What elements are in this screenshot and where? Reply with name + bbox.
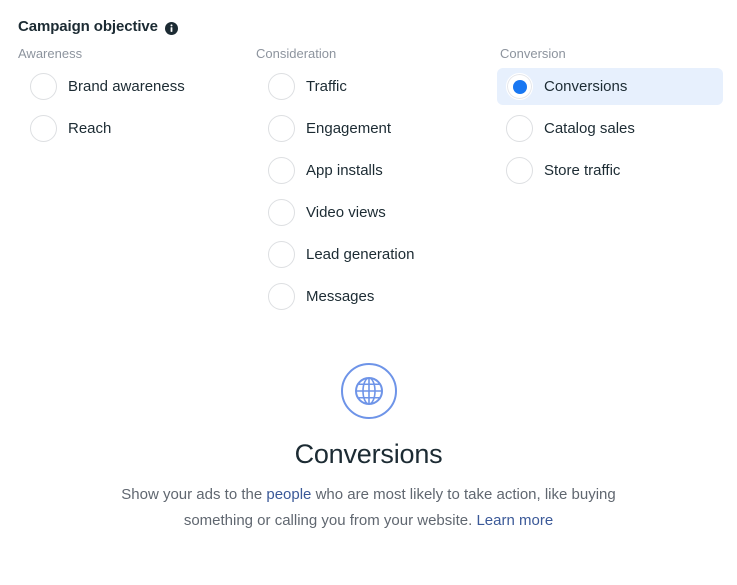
option-label: Store traffic [544,161,621,179]
option-label: Conversions [544,77,628,95]
option-catalog-sales[interactable]: Catalog sales [497,110,723,147]
option-label: Video views [306,203,386,221]
radio-icon[interactable] [268,241,295,268]
option-label: Catalog sales [544,119,635,137]
learn-more-link[interactable]: Learn more [476,512,553,529]
options-list-awareness: Brand awareness Reach [18,68,248,152]
people-link[interactable]: people [266,486,311,503]
option-lead-generation[interactable]: Lead generation [256,236,486,273]
option-app-installs[interactable]: App installs [256,152,486,189]
option-label: App installs [306,161,383,179]
column-header-conversion: Conversion [500,46,566,61]
radio-dot-icon [512,79,527,94]
radio-icon[interactable] [506,157,533,184]
option-brand-awareness[interactable]: Brand awareness [18,68,248,105]
option-traffic[interactable]: Traffic [256,68,486,105]
option-label: Traffic [306,77,347,95]
option-store-traffic[interactable]: Store traffic [497,152,723,189]
radio-icon[interactable] [268,283,295,310]
option-messages[interactable]: Messages [256,278,486,315]
option-label: Messages [306,287,375,305]
radio-icon[interactable] [268,157,295,184]
page-title: Campaign objective [18,18,178,36]
radio-icon[interactable] [268,199,295,226]
objective-detail-panel: Conversions Show your ads to the people … [0,362,737,534]
description-text-1: Show your ads to the [121,486,267,503]
options-list-consideration: Traffic Engagement App installs Video vi… [256,68,486,320]
page-title-label: Campaign objective [18,18,158,35]
radio-icon[interactable] [268,73,295,100]
globe-icon [340,362,398,420]
detail-description: Show your ads to the people who are most… [91,482,647,534]
radio-icon[interactable] [506,73,533,100]
objective-column-awareness: Awareness Brand awareness Reach [18,46,248,152]
option-label: Lead generation [306,245,415,263]
detail-title: Conversions [294,439,443,469]
option-engagement[interactable]: Engagement [256,110,486,147]
radio-icon[interactable] [30,73,57,100]
option-conversions[interactable]: Conversions [497,68,723,105]
option-reach[interactable]: Reach [18,110,248,147]
option-label: Brand awareness [68,77,185,95]
option-video-views[interactable]: Video views [256,194,486,231]
column-header-consideration: Consideration [256,46,337,61]
radio-icon[interactable] [30,115,57,142]
info-icon[interactable] [164,21,178,35]
objective-column-conversion: Conversion Conversions Catalog sales Sto… [497,46,723,194]
radio-icon[interactable] [268,115,295,142]
options-list-conversion: Conversions Catalog sales Store traffic [497,68,723,194]
column-header-awareness: Awareness [18,46,83,61]
radio-icon[interactable] [506,115,533,142]
option-label: Reach [68,119,112,137]
objective-column-consideration: Consideration Traffic Engagement App ins… [256,46,486,320]
option-label: Engagement [306,119,392,137]
